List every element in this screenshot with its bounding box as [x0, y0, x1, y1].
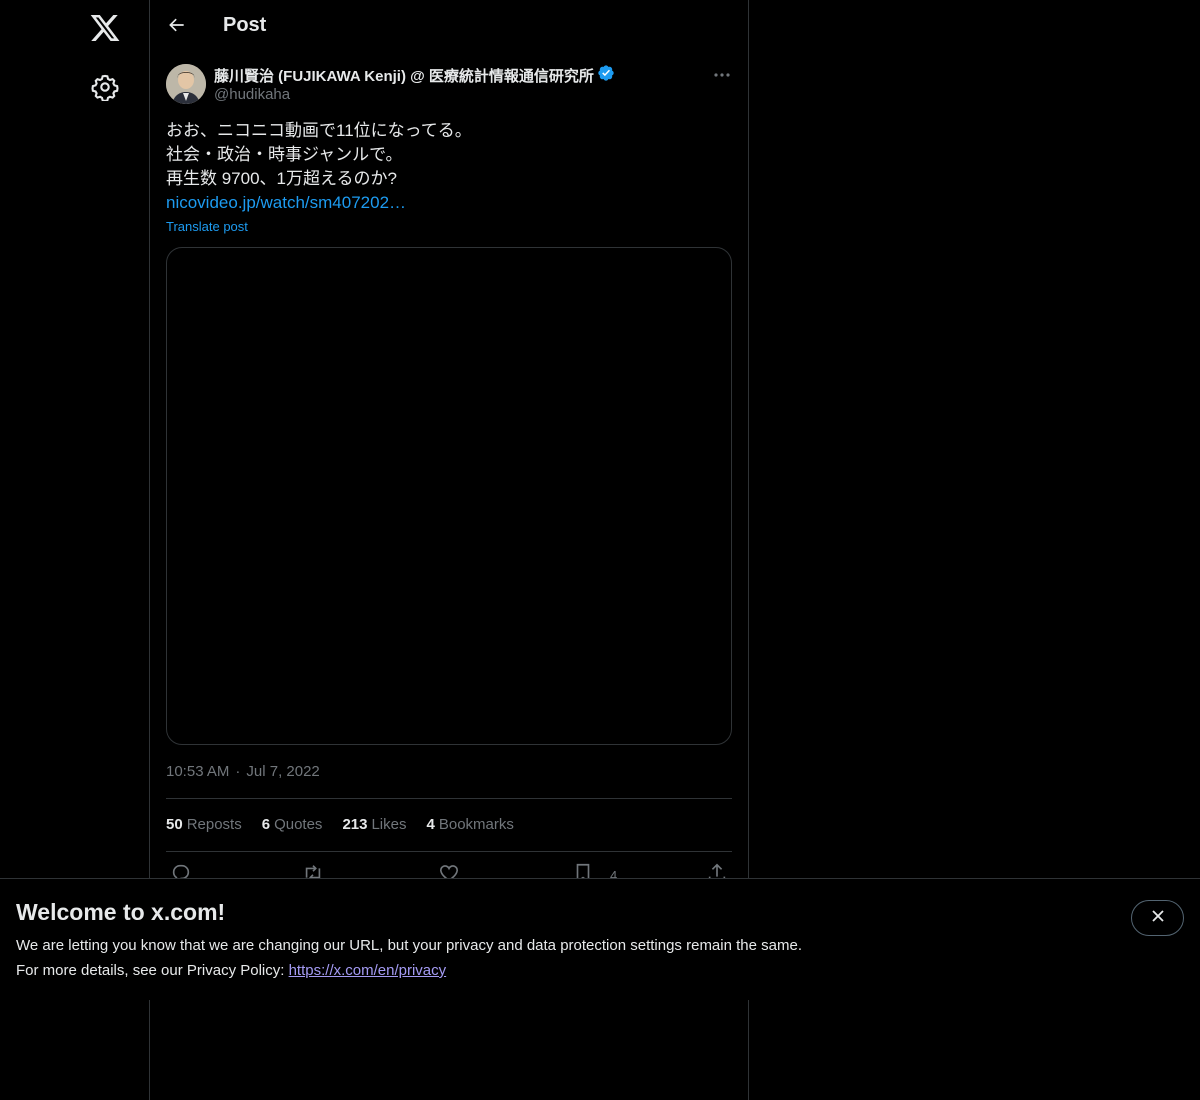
banner-title: Welcome to x.com! [16, 899, 226, 925]
divider [166, 798, 732, 799]
gear-icon[interactable] [91, 73, 119, 102]
privacy-policy-link[interactable]: https://x.com/en/privacy [289, 962, 447, 979]
page: Post 藤川賢治 (FUJIKAWA Kenji) @ 医療統計情報通信研究所… [0, 0, 1200, 1100]
page-title: Post [223, 14, 267, 36]
author-name[interactable]: 藤川賢治 (FUJIKAWA Kenji) @ 医療統計情報通信研究所 [214, 65, 594, 86]
close-icon [1150, 908, 1166, 929]
page-header: Post [150, 0, 748, 54]
arrow-left-icon [167, 15, 187, 40]
x-logo-icon[interactable] [89, 12, 121, 44]
tweet-text-line: 社会・政治・時事ジャンルで。 [166, 145, 403, 164]
close-banner-button[interactable] [1131, 900, 1184, 936]
tweet-text-line: 再生数 9700、1万超えるのか? [166, 169, 397, 188]
avatar[interactable] [166, 64, 206, 104]
likes-stat[interactable]: 213 Likes [342, 816, 406, 833]
tweet-link[interactable]: nicovideo.jp/watch/sm407202… [166, 193, 406, 212]
quotes-stat[interactable]: 6 Quotes [262, 816, 323, 833]
verified-badge-icon [597, 64, 615, 87]
banner-privacy-prefix: For more details, see our Privacy Policy… [16, 962, 289, 979]
post-date[interactable]: Jul 7, 2022 [246, 763, 319, 780]
tweet-text-line: おお、ニコニコ動画で11位になってる。 [166, 121, 472, 140]
author-name-row: 藤川賢治 (FUJIKAWA Kenji) @ 医療統計情報通信研究所 [214, 64, 615, 87]
divider [166, 851, 732, 852]
welcome-banner: Welcome to x.com! We are letting you kno… [0, 878, 1200, 1000]
banner-message: We are letting you know that we are chan… [16, 937, 802, 954]
post-timestamp: 10:53 AM · Jul 7, 2022 [166, 763, 320, 780]
more-options-button[interactable] [710, 64, 734, 84]
post-stats: 50 Reposts 6 Quotes 213 Likes 4 Bookmarks [166, 816, 514, 833]
timestamp-separator: · [235, 763, 241, 780]
banner-privacy-line: For more details, see our Privacy Policy… [16, 962, 446, 979]
bookmarks-stat[interactable]: 4 Bookmarks [427, 816, 514, 833]
post-time[interactable]: 10:53 AM [166, 763, 229, 780]
back-button[interactable] [162, 12, 192, 42]
reposts-stat[interactable]: 50 Reposts [166, 816, 242, 833]
translate-post-link[interactable]: Translate post [166, 219, 248, 234]
author-block: 藤川賢治 (FUJIKAWA Kenji) @ 医療統計情報通信研究所 @hud… [214, 64, 615, 103]
author-handle[interactable]: @hudikaha [214, 86, 615, 103]
ellipsis-icon [713, 65, 731, 83]
media-container[interactable] [166, 247, 732, 745]
tweet-text: おお、ニコニコ動画で11位になってる。 社会・政治・時事ジャンルで。 再生数 9… [166, 119, 472, 215]
